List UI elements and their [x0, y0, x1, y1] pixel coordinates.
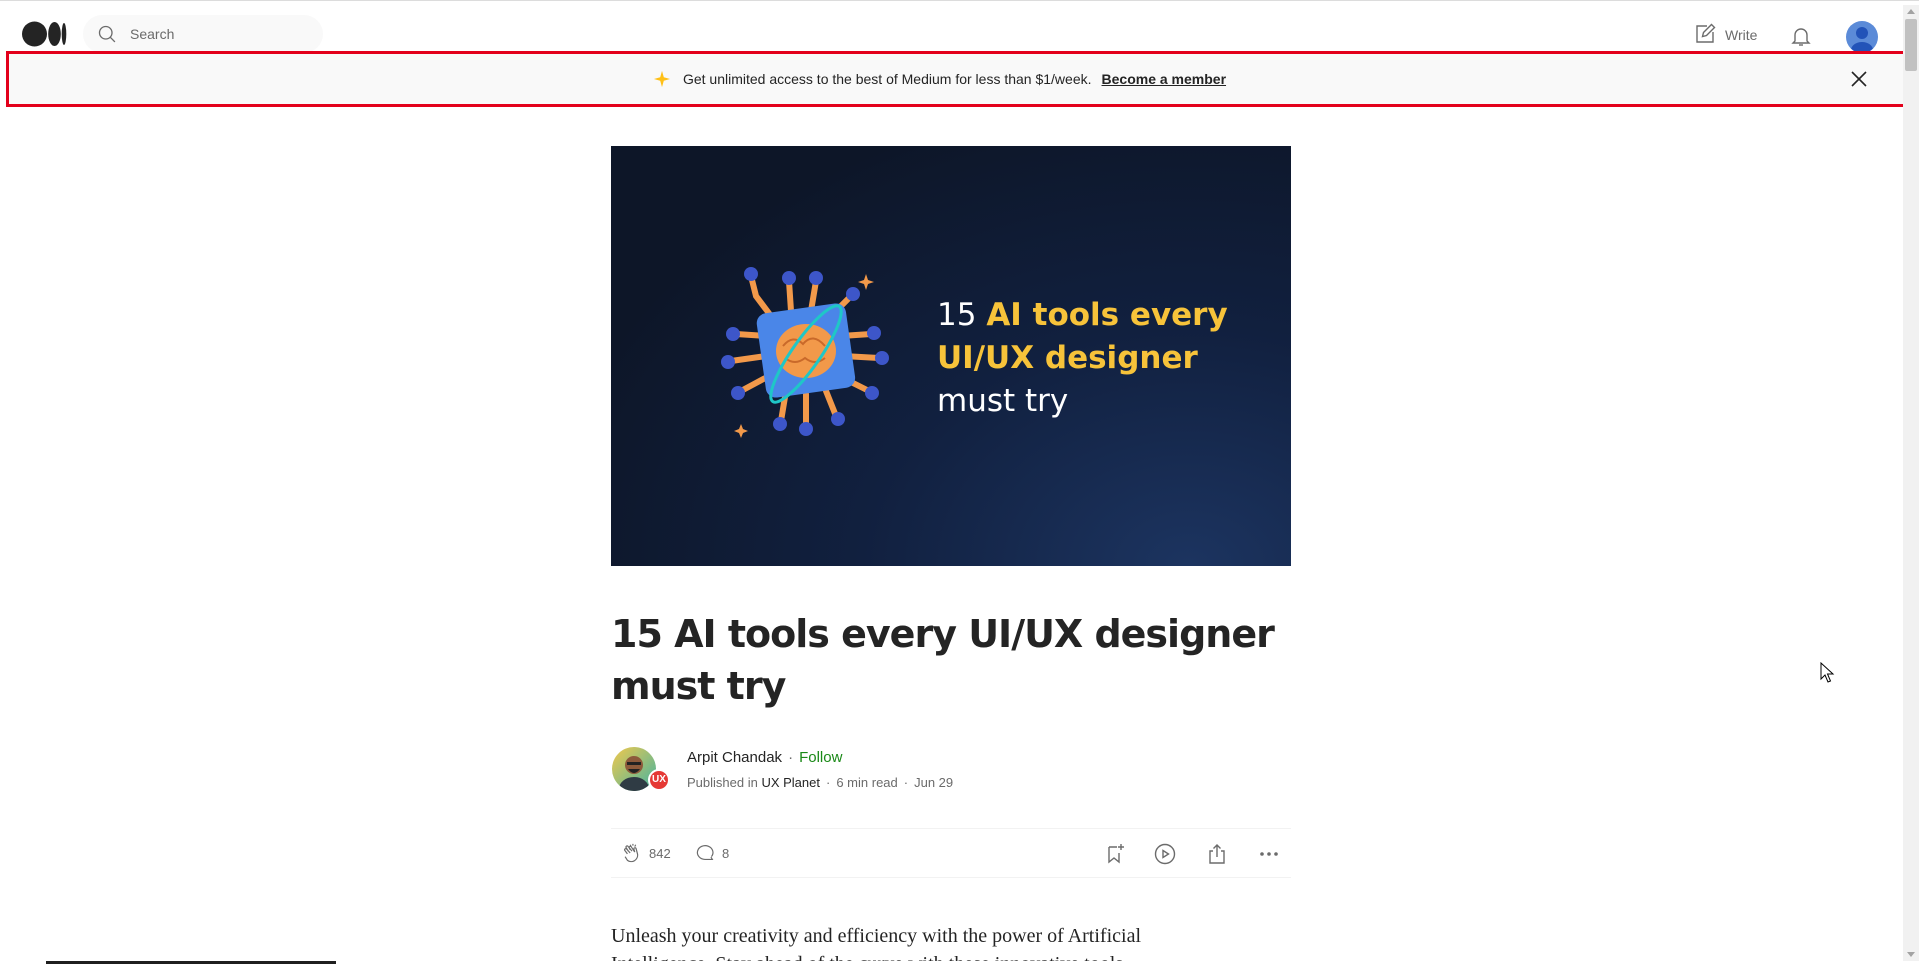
search-icon: [98, 25, 116, 43]
search-input[interactable]: Search: [83, 15, 323, 53]
publication-link[interactable]: UX Planet: [761, 775, 820, 790]
user-avatar[interactable]: [1846, 21, 1878, 53]
article-hero-image: 15 AI tools every UI/UX designer must tr…: [611, 146, 1291, 566]
write-icon: [1696, 23, 1716, 43]
clap-count: 842: [649, 845, 671, 861]
medium-logo-icon[interactable]: [22, 20, 68, 48]
author-line: Arpit Chandak · Follow: [687, 749, 842, 766]
sparkle-icon: [653, 70, 671, 88]
clap-button[interactable]: 842: [621, 842, 671, 864]
close-icon[interactable]: [1847, 67, 1871, 91]
scroll-up-arrow[interactable]: [1907, 9, 1915, 14]
separator-dot: ·: [903, 775, 909, 790]
more-icon[interactable]: [1257, 842, 1281, 866]
separator-dot: ·: [788, 749, 794, 766]
hero-number: 15: [937, 297, 977, 333]
page-scrollbar[interactable]: [1903, 5, 1919, 964]
become-member-link[interactable]: Become a member: [1102, 71, 1227, 87]
author-name[interactable]: Arpit Chandak: [687, 749, 782, 766]
publication-badge[interactable]: UX: [648, 769, 670, 791]
bell-icon[interactable]: [1789, 24, 1813, 48]
separator-dot: ·: [826, 775, 831, 790]
hero-line1: AI tools every: [986, 297, 1228, 333]
clap-icon: [624, 843, 639, 863]
mouse-cursor-icon: [1820, 662, 1835, 683]
meta-line: Published in UX Planet · 6 min read · Jun 29: [687, 775, 953, 790]
byline: UX Arpit Chandak · Follow Published in UX …: [611, 745, 1291, 795]
article-body-first-line: Unleash your creativity and efficiency w…: [611, 925, 1141, 947]
share-icon[interactable]: [1205, 842, 1229, 866]
publish-date: Jun 29: [914, 775, 954, 790]
hero-line2: UI/UX designer: [937, 340, 1198, 376]
ai-brain-chip-illustration: [721, 267, 889, 438]
play-icon[interactable]: [1153, 842, 1177, 866]
comment-icon: [696, 845, 714, 861]
article-action-bar: 842 8: [611, 828, 1291, 878]
hero-line3: must try: [937, 383, 1069, 419]
comment-button[interactable]: 8: [694, 842, 729, 864]
comment-count: 8: [722, 845, 730, 861]
scroll-thumb[interactable]: [1905, 19, 1917, 71]
article-title: 15 AI tools every UI/UX designer must tr…: [611, 612, 1275, 708]
membership-banner: Get unlimited access to the best of Medi…: [6, 51, 1918, 107]
user-avatar-icon: [1851, 27, 1873, 53]
bookmark-icon[interactable]: [1103, 842, 1127, 866]
banner-text: Get unlimited access to the best of Medi…: [682, 71, 1092, 87]
scroll-down-arrow[interactable]: [1907, 952, 1915, 957]
published-prefix: Published in: [687, 775, 758, 790]
search-placeholder: Search: [130, 26, 175, 42]
read-time: 6 min read: [836, 775, 898, 790]
hero-headline: 15 AI tools every UI/UX designer must tr…: [937, 294, 1228, 423]
write-label: Write: [1725, 27, 1758, 43]
follow-button[interactable]: Follow: [799, 749, 842, 766]
